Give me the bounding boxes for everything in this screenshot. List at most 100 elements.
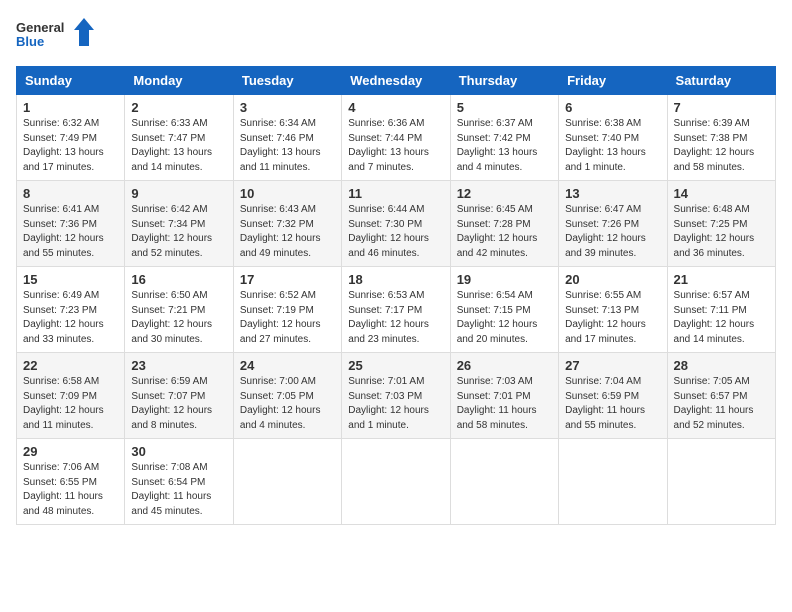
svg-text:General: General xyxy=(16,20,64,35)
calendar-cell: 26 Sunrise: 7:03 AM Sunset: 7:01 PM Dayli… xyxy=(450,353,558,439)
day-info: Sunrise: 6:37 AM Sunset: 7:42 PM Dayligh… xyxy=(457,117,552,175)
header: General Blue xyxy=(16,16,776,56)
day-number: 7 xyxy=(674,100,769,115)
day-info: Sunrise: 6:58 AM Sunset: 7:09 PM Dayligh… xyxy=(23,375,118,433)
day-info: Sunrise: 6:43 AM Sunset: 7:32 PM Dayligh… xyxy=(240,203,335,261)
calendar-week-row: 1Sunrise: 6:32 AM Sunset: 7:49 PM Daylig… xyxy=(17,95,776,181)
calendar-cell xyxy=(342,439,450,525)
calendar-cell: 2 Sunrise: 6:33 AM Sunset: 7:47 PM Daylig… xyxy=(125,95,233,181)
day-info: Sunrise: 7:01 AM Sunset: 7:03 PM Dayligh… xyxy=(348,375,443,433)
weekday-header-wednesday: Wednesday xyxy=(342,67,450,95)
day-info: Sunrise: 7:08 AM Sunset: 6:54 PM Dayligh… xyxy=(131,461,226,519)
day-number: 10 xyxy=(240,186,335,201)
calendar-cell: 14 Sunrise: 6:48 AM Sunset: 7:25 PM Dayli… xyxy=(667,181,775,267)
calendar-week-row: 8Sunrise: 6:41 AM Sunset: 7:36 PM Daylig… xyxy=(17,181,776,267)
calendar-cell: 13 Sunrise: 6:47 AM Sunset: 7:26 PM Dayli… xyxy=(559,181,667,267)
calendar-week-row: 29 Sunrise: 7:06 AM Sunset: 6:55 PM Dayli… xyxy=(17,439,776,525)
svg-text:Blue: Blue xyxy=(16,34,44,49)
day-info: Sunrise: 7:05 AM Sunset: 6:57 PM Dayligh… xyxy=(674,375,769,433)
day-info: Sunrise: 6:48 AM Sunset: 7:25 PM Dayligh… xyxy=(674,203,769,261)
day-number: 9 xyxy=(131,186,226,201)
day-number: 19 xyxy=(457,272,552,287)
calendar-cell xyxy=(559,439,667,525)
calendar-week-row: 15 Sunrise: 6:49 AM Sunset: 7:23 PM Dayli… xyxy=(17,267,776,353)
day-info: Sunrise: 6:42 AM Sunset: 7:34 PM Dayligh… xyxy=(131,203,226,261)
calendar-cell xyxy=(450,439,558,525)
day-number: 18 xyxy=(348,272,443,287)
calendar-cell: 12Sunrise: 6:45 AM Sunset: 7:28 PM Dayli… xyxy=(450,181,558,267)
day-info: Sunrise: 6:55 AM Sunset: 7:13 PM Dayligh… xyxy=(565,289,660,347)
day-number: 21 xyxy=(674,272,769,287)
calendar-cell xyxy=(667,439,775,525)
logo: General Blue xyxy=(16,16,96,56)
day-number: 2 xyxy=(131,100,226,115)
day-number: 11 xyxy=(348,186,443,201)
calendar-cell: 20 Sunrise: 6:55 AM Sunset: 7:13 PM Dayli… xyxy=(559,267,667,353)
day-info: Sunrise: 7:06 AM Sunset: 6:55 PM Dayligh… xyxy=(23,461,118,519)
calendar-cell: 27 Sunrise: 7:04 AM Sunset: 6:59 PM Dayli… xyxy=(559,353,667,439)
day-number: 30 xyxy=(131,444,226,459)
calendar-cell: 4 Sunrise: 6:36 AM Sunset: 7:44 PM Daylig… xyxy=(342,95,450,181)
day-info: Sunrise: 6:36 AM Sunset: 7:44 PM Dayligh… xyxy=(348,117,443,175)
day-number: 6 xyxy=(565,100,660,115)
weekday-header-thursday: Thursday xyxy=(450,67,558,95)
day-number: 27 xyxy=(565,358,660,373)
day-number: 8 xyxy=(23,186,118,201)
day-info: Sunrise: 6:59 AM Sunset: 7:07 PM Dayligh… xyxy=(131,375,226,433)
weekday-header-friday: Friday xyxy=(559,67,667,95)
day-number: 5 xyxy=(457,100,552,115)
day-info: Sunrise: 6:44 AM Sunset: 7:30 PM Dayligh… xyxy=(348,203,443,261)
calendar-cell: 16Sunrise: 6:50 AM Sunset: 7:21 PM Dayli… xyxy=(125,267,233,353)
day-info: Sunrise: 6:49 AM Sunset: 7:23 PM Dayligh… xyxy=(23,289,118,347)
calendar-cell: 9 Sunrise: 6:42 AM Sunset: 7:34 PM Daylig… xyxy=(125,181,233,267)
calendar-cell: 17Sunrise: 6:52 AM Sunset: 7:19 PM Dayli… xyxy=(233,267,341,353)
day-number: 29 xyxy=(23,444,118,459)
day-number: 15 xyxy=(23,272,118,287)
calendar: SundayMondayTuesdayWednesdayThursdayFrid… xyxy=(16,66,776,525)
calendar-cell: 25 Sunrise: 7:01 AM Sunset: 7:03 PM Dayli… xyxy=(342,353,450,439)
day-number: 22 xyxy=(23,358,118,373)
day-number: 3 xyxy=(240,100,335,115)
day-number: 20 xyxy=(565,272,660,287)
calendar-cell: 8Sunrise: 6:41 AM Sunset: 7:36 PM Daylig… xyxy=(17,181,125,267)
day-number: 24 xyxy=(240,358,335,373)
calendar-cell: 21 Sunrise: 6:57 AM Sunset: 7:11 PM Dayli… xyxy=(667,267,775,353)
day-info: Sunrise: 6:34 AM Sunset: 7:46 PM Dayligh… xyxy=(240,117,335,175)
weekday-header-saturday: Saturday xyxy=(667,67,775,95)
weekday-header-monday: Monday xyxy=(125,67,233,95)
day-number: 4 xyxy=(348,100,443,115)
day-info: Sunrise: 7:03 AM Sunset: 7:01 PM Dayligh… xyxy=(457,375,552,433)
day-number: 1 xyxy=(23,100,118,115)
calendar-cell: 10 Sunrise: 6:43 AM Sunset: 7:32 PM Dayli… xyxy=(233,181,341,267)
calendar-cell: 23 Sunrise: 6:59 AM Sunset: 7:07 PM Dayli… xyxy=(125,353,233,439)
calendar-cell: 28Sunrise: 7:05 AM Sunset: 6:57 PM Dayli… xyxy=(667,353,775,439)
weekday-header-row: SundayMondayTuesdayWednesdayThursdayFrid… xyxy=(17,67,776,95)
day-info: Sunrise: 6:53 AM Sunset: 7:17 PM Dayligh… xyxy=(348,289,443,347)
day-info: Sunrise: 6:38 AM Sunset: 7:40 PM Dayligh… xyxy=(565,117,660,175)
logo-svg: General Blue xyxy=(16,16,96,56)
calendar-cell: 19 Sunrise: 6:54 AM Sunset: 7:15 PM Dayli… xyxy=(450,267,558,353)
calendar-cell: 1Sunrise: 6:32 AM Sunset: 7:49 PM Daylig… xyxy=(17,95,125,181)
day-number: 14 xyxy=(674,186,769,201)
day-info: Sunrise: 7:00 AM Sunset: 7:05 PM Dayligh… xyxy=(240,375,335,433)
calendar-cell: 5 Sunrise: 6:37 AM Sunset: 7:42 PM Daylig… xyxy=(450,95,558,181)
calendar-cell: 3 Sunrise: 6:34 AM Sunset: 7:46 PM Daylig… xyxy=(233,95,341,181)
calendar-cell: 30 Sunrise: 7:08 AM Sunset: 6:54 PM Dayli… xyxy=(125,439,233,525)
day-number: 13 xyxy=(565,186,660,201)
calendar-cell: 15 Sunrise: 6:49 AM Sunset: 7:23 PM Dayli… xyxy=(17,267,125,353)
day-number: 26 xyxy=(457,358,552,373)
day-info: Sunrise: 6:57 AM Sunset: 7:11 PM Dayligh… xyxy=(674,289,769,347)
calendar-cell xyxy=(233,439,341,525)
day-number: 23 xyxy=(131,358,226,373)
day-info: Sunrise: 6:45 AM Sunset: 7:28 PM Dayligh… xyxy=(457,203,552,261)
calendar-cell: 29 Sunrise: 7:06 AM Sunset: 6:55 PM Dayli… xyxy=(17,439,125,525)
calendar-cell: 7Sunrise: 6:39 AM Sunset: 7:38 PM Daylig… xyxy=(667,95,775,181)
day-info: Sunrise: 6:52 AM Sunset: 7:19 PM Dayligh… xyxy=(240,289,335,347)
calendar-cell: 6 Sunrise: 6:38 AM Sunset: 7:40 PM Daylig… xyxy=(559,95,667,181)
calendar-cell: 11 Sunrise: 6:44 AM Sunset: 7:30 PM Dayli… xyxy=(342,181,450,267)
day-info: Sunrise: 7:04 AM Sunset: 6:59 PM Dayligh… xyxy=(565,375,660,433)
day-number: 25 xyxy=(348,358,443,373)
day-info: Sunrise: 6:47 AM Sunset: 7:26 PM Dayligh… xyxy=(565,203,660,261)
day-info: Sunrise: 6:33 AM Sunset: 7:47 PM Dayligh… xyxy=(131,117,226,175)
day-info: Sunrise: 6:54 AM Sunset: 7:15 PM Dayligh… xyxy=(457,289,552,347)
